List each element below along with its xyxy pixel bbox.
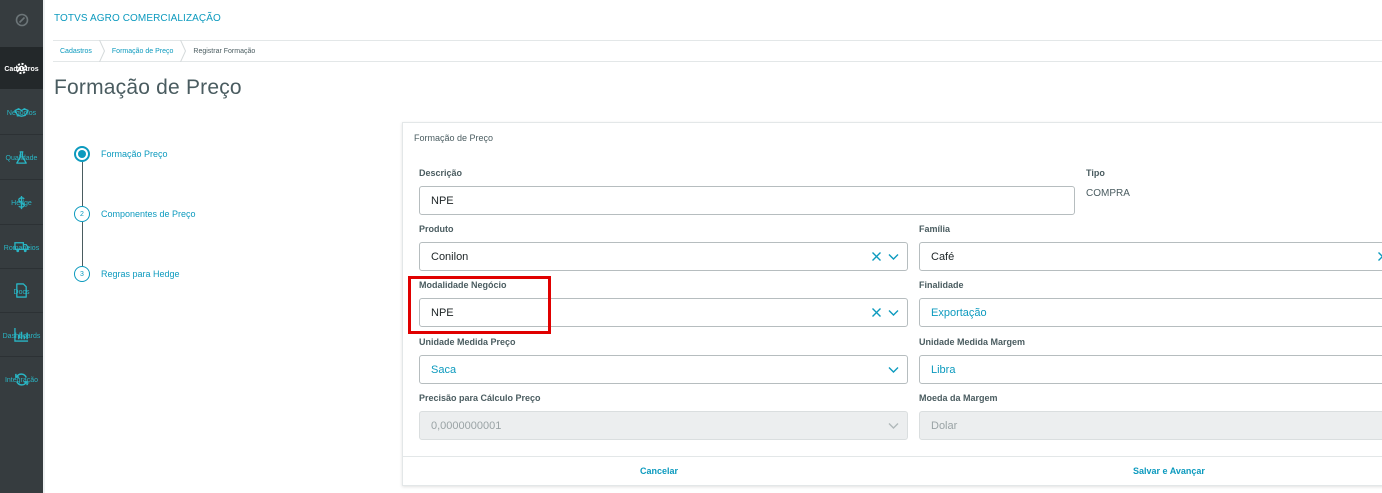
chevron-down-icon[interactable] <box>888 251 899 262</box>
save-and-next-button[interactable]: Salvar e Avançar <box>1133 466 1205 476</box>
logo-icon <box>15 13 28 27</box>
familia-label: Família <box>919 224 951 234</box>
panel-title: Formação de Preço <box>414 133 494 143</box>
step-number: 2 <box>74 206 90 222</box>
clear-icon[interactable] <box>871 251 882 262</box>
unidade-preco-label: Unidade Medida Preço <box>419 337 516 347</box>
breadcrumb-registrar-formacao: Registrar Formação <box>193 47 256 55</box>
step-indicator-active <box>74 146 90 162</box>
produto-value: Conilon <box>431 250 469 263</box>
clear-icon[interactable] <box>1377 251 1382 262</box>
sidebar-item-negocios[interactable]: Negócios <box>0 91 43 133</box>
step-label: Regras para Hedge <box>101 269 180 279</box>
tipo-label: Tipo <box>1086 168 1105 178</box>
unidade-preco-select[interactable]: Saca <box>419 355 908 384</box>
chevron-down-icon <box>888 423 899 429</box>
sidebar-item-qualidade[interactable]: Qualidade <box>0 135 43 179</box>
clear-icon[interactable] <box>871 307 882 318</box>
highlight-box <box>408 276 551 334</box>
sidebar-item-label: Romaneios <box>3 244 40 252</box>
step-regras-hedge[interactable]: 3 Regras para Hedge <box>74 266 180 282</box>
step-label: Componentes de Preço <box>101 209 196 219</box>
sidebar-item-docs[interactable]: Docs <box>0 269 43 312</box>
stepper-connector <box>82 162 83 206</box>
precisao-value: 0,0000000001 <box>431 419 502 432</box>
moeda-label: Moeda da Margem <box>919 393 998 403</box>
finalidade-value: Exportação <box>931 306 987 319</box>
step-formacao-preco[interactable]: Formação Preço <box>74 146 168 162</box>
step-label: Formação Preço <box>101 149 168 159</box>
unidade-margem-value: Libra <box>931 363 956 376</box>
breadcrumb: Cadastros Formação de Preço Registrar Fo… <box>53 40 1382 62</box>
step-componentes-preco[interactable]: 2 Componentes de Preço <box>74 206 196 222</box>
precisao-label: Precisão para Cálculo Preço <box>419 393 541 403</box>
sidebar-item-cadastros[interactable]: Cadastros <box>0 47 43 89</box>
sidebar-item-romaneios[interactable]: Romaneios <box>0 225 43 268</box>
app-logo[interactable] <box>0 0 43 40</box>
moeda-value: Dolar <box>931 419 958 432</box>
breadcrumb-formacao-preco[interactable]: Formação de Preço <box>105 41 180 61</box>
cancel-button[interactable]: Cancelar <box>640 466 678 476</box>
sidebar-item-label: Cadastros <box>4 66 39 73</box>
sidebar-item-label: Hedge <box>11 200 32 207</box>
familia-value: Café <box>931 250 955 263</box>
descricao-label: Descrição <box>419 168 463 178</box>
sidebar: Cadastros Negócios Qualidade Hedge Roman… <box>0 0 43 493</box>
tipo-value: COMPRA <box>1086 188 1130 199</box>
chevron-down-icon[interactable] <box>888 307 899 318</box>
precisao-select: 0,0000000001 <box>419 411 908 440</box>
unidade-margem-input[interactable]: Libra <box>919 355 1382 384</box>
sidebar-item-label: Integração <box>4 377 39 384</box>
sidebar-item-dashboards[interactable]: Dashboards <box>0 313 43 356</box>
sidebar-item-label: Negócios <box>6 110 37 117</box>
step-number: 3 <box>74 266 90 282</box>
sidebar-item-label: Docs <box>13 288 30 296</box>
produto-label: Produto <box>419 224 454 234</box>
sidebar-item-label: Dashboards <box>2 332 41 340</box>
descricao-value: NPE <box>431 194 454 207</box>
app-title: TOTVS AGRO COMERCIALIZAÇÃO <box>54 13 221 24</box>
stepper-connector <box>82 222 83 266</box>
page-title: Formação de Preço <box>54 76 242 99</box>
sidebar-item-integracao[interactable]: Integração <box>0 357 43 401</box>
produto-select[interactable]: Conilon <box>419 242 908 271</box>
finalidade-label: Finalidade <box>919 280 964 290</box>
unidade-margem-label: Unidade Medida Margem <box>919 337 1026 347</box>
familia-select[interactable]: Café <box>919 242 1382 271</box>
moeda-input: Dolar <box>919 411 1382 440</box>
panel-footer: Cancelar Salvar e Avançar <box>403 456 1382 487</box>
chevron-down-icon[interactable] <box>888 364 899 375</box>
breadcrumb-cadastros[interactable]: Cadastros <box>53 41 99 61</box>
sidebar-item-hedge[interactable]: Hedge <box>0 180 43 224</box>
sidebar-item-label: Qualidade <box>5 155 38 162</box>
unidade-preco-value: Saca <box>431 363 457 376</box>
finalidade-input[interactable]: Exportação <box>919 298 1382 327</box>
descricao-input[interactable]: NPE <box>419 186 1075 215</box>
